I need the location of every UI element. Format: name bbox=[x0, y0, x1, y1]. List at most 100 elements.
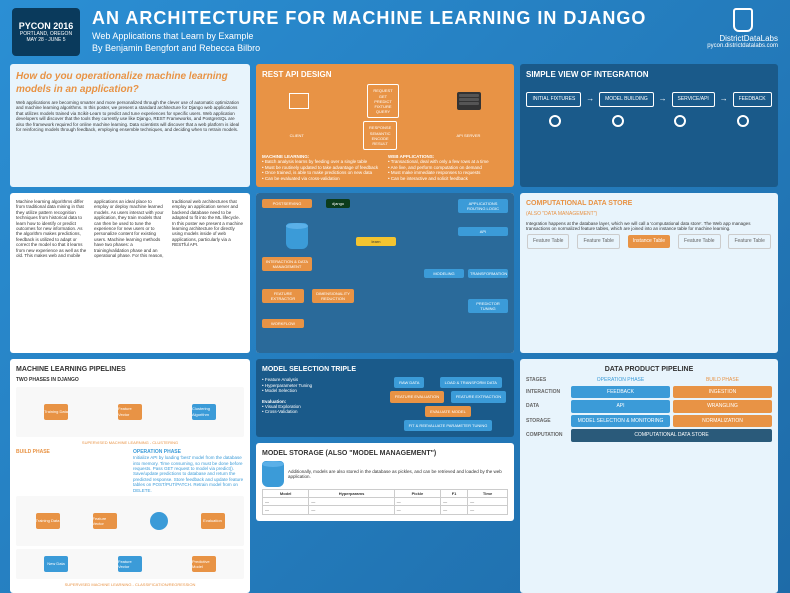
pipelines-sub: TWO PHASES IN DJANGO bbox=[16, 377, 244, 384]
ml-differs-body: Machine learning algorithms differ from … bbox=[16, 199, 244, 258]
stage-storage: STORAGE bbox=[526, 418, 568, 425]
gear-icon bbox=[737, 115, 749, 127]
ms-eval: EVALUATE MODEL bbox=[425, 406, 471, 417]
ms-fit: FIT & REEVALUATE PARAMETER TUNING bbox=[404, 420, 493, 431]
data-pipeline-panel: DATA PRODUCT PIPELINE STAGES OPERATION P… bbox=[520, 359, 778, 593]
arch-model: MODELING bbox=[424, 269, 464, 278]
box-cds: COMPUTATIONAL DATA STORE bbox=[571, 429, 772, 442]
learn-logo: learn bbox=[356, 237, 396, 246]
feature-table: Feature Table bbox=[728, 234, 770, 249]
architecture-diagram: POSTSERVING django APPLICATIONS ROUTING … bbox=[256, 193, 514, 353]
node-pred: Predictive Model bbox=[192, 556, 216, 572]
eval-title: Evaluation: bbox=[262, 399, 286, 404]
build-phase-title: BUILD PHASE bbox=[16, 449, 127, 456]
clustering-label: SUPERVISED MACHINE LEARNING - CLUSTERING bbox=[16, 440, 244, 445]
node-class bbox=[150, 512, 168, 530]
model-sel-title: MODEL SELECTION TRIPLE bbox=[262, 365, 508, 374]
model-storage-panel: MODEL STORAGE (ALSO "MODEL MANAGEMENT") … bbox=[256, 443, 514, 521]
datastore-title: COMPUTATIONAL DATA STORE bbox=[526, 199, 772, 208]
request-box: REQUEST GET PREDICT FIXTURE QUERY bbox=[367, 84, 398, 118]
arch-feat: FEATURE EXTRACTOR bbox=[262, 289, 304, 303]
arrow-icon: → bbox=[720, 94, 728, 104]
database-icon bbox=[286, 223, 308, 249]
model-storage-title: MODEL STORAGE (ALSO "MODEL MANAGEMENT") bbox=[262, 449, 508, 458]
integration-panel: SIMPLE VIEW OF INTEGRATION INITIAL FIXTU… bbox=[520, 64, 778, 187]
ddl-logo: DistrictDataLabs pycon.districtdatalabs.… bbox=[707, 8, 778, 49]
ms-load: LOAD & TRANSFORM DATA bbox=[440, 377, 502, 388]
logo-text: DistrictDataLabs bbox=[707, 34, 778, 43]
step-building: MODEL BUILDING bbox=[599, 92, 654, 107]
node-eval: Evaluation bbox=[201, 513, 225, 529]
model-table: ModelHyperparamsPickleF1Time ————— ————— bbox=[262, 489, 508, 515]
badge-title: PYCON 2016 bbox=[19, 21, 74, 31]
main-title: AN ARCHITECTURE FOR MACHINE LEARNING IN … bbox=[92, 8, 695, 29]
intro-body: Web applications are becoming smarter an… bbox=[16, 100, 244, 132]
model-storage-body: Additionally, models are also stored in … bbox=[288, 469, 508, 480]
django-logo: django bbox=[326, 199, 350, 208]
ms-raw: RAW DATA bbox=[394, 377, 424, 388]
arch-trans: TRANSFORMATION bbox=[468, 269, 508, 278]
client-icon bbox=[289, 93, 309, 109]
feature-table: Feature Table bbox=[577, 234, 619, 249]
intro-question: How do you operationalize machine learni… bbox=[16, 70, 244, 96]
box-wrangling: WRANGLING bbox=[673, 400, 772, 413]
arch-wf: WORKFLOW bbox=[262, 319, 304, 328]
badge-dates: MAY 28 - JUNE 5 bbox=[27, 37, 66, 43]
box-feedback: FEEDBACK bbox=[571, 386, 670, 399]
node-train: Training Data bbox=[44, 404, 68, 420]
datastore-panel: COMPUTATIONAL DATA STORE (ALSO "DATA MAN… bbox=[520, 193, 778, 353]
build-col-header: BUILD PHASE bbox=[673, 377, 772, 384]
intro-panel: How do you operationalize machine learni… bbox=[10, 64, 250, 187]
flask-icon bbox=[733, 8, 753, 32]
feature-table: Feature Table bbox=[678, 234, 720, 249]
feature-table: Feature Table bbox=[527, 234, 569, 249]
pipelines-title: MACHINE LEARNING PIPELINES bbox=[16, 365, 244, 374]
subtitle: Web Applications that Learn by Example bbox=[92, 31, 695, 41]
ms-fext: FEATURE EXTRACTION bbox=[451, 391, 506, 402]
logo-url: pycon.districtdatalabs.com bbox=[707, 43, 778, 49]
datastore-sub: (ALSO "DATA MANAGEMENT") bbox=[526, 211, 772, 218]
node-feat: Feature Vector bbox=[93, 513, 117, 529]
rest-api-panel: REST API DESIGN REQUEST GET PREDICT FIXT… bbox=[256, 64, 514, 187]
stage-header: STAGES bbox=[526, 377, 568, 384]
ml-list-title: MACHINE LEARNING: bbox=[262, 154, 309, 159]
pycon-badge: PYCON 2016 PORTLAND, OREGON MAY 28 - JUN… bbox=[12, 8, 80, 56]
datastore-body: Integration happens at the database laye… bbox=[526, 221, 772, 232]
box-api: API bbox=[571, 400, 670, 413]
arch-pred: PREDICTOR TUNING bbox=[468, 299, 508, 313]
arch-mgmt: INTERACTION & DATA MANAGEMENT bbox=[262, 257, 312, 271]
integration-title: SIMPLE VIEW OF INTEGRATION bbox=[526, 70, 772, 80]
step-feedback: FEEDBACK bbox=[733, 92, 772, 107]
instance-table: Instance Table bbox=[628, 235, 670, 248]
gear-icon bbox=[612, 115, 624, 127]
web-list: • Transactional, deal with only a few ro… bbox=[388, 159, 508, 181]
box-ingestion: INGESTION bbox=[673, 386, 772, 399]
node-newdata: New Data bbox=[44, 556, 68, 572]
gear-icon bbox=[549, 115, 561, 127]
node-clust: Clustering Algorithm bbox=[192, 404, 216, 420]
eval-items: • Visual Exploration • Cross-Validation bbox=[262, 404, 301, 414]
server-icon bbox=[457, 92, 481, 110]
model-sel-items: • Feature Analysis • Hyperparameter Tuni… bbox=[262, 377, 312, 393]
arch-postserving: POSTSERVING bbox=[262, 199, 312, 208]
arrow-icon: → bbox=[659, 94, 667, 104]
gear-icon bbox=[674, 115, 686, 127]
authors: By Benjamin Bengfort and Rebecca Bilbro bbox=[92, 43, 695, 53]
stage-computation: COMPUTATION bbox=[526, 432, 568, 439]
classification-label: SUPERVISED MACHINE LEARNING - CLASSIFICA… bbox=[16, 582, 244, 587]
pipeline-title: DATA PRODUCT PIPELINE bbox=[526, 365, 772, 374]
response-box: RESPONSE SEMANTIC ENCODE RESULT bbox=[363, 121, 397, 150]
model-selection-panel: MODEL SELECTION TRIPLE • Feature Analysi… bbox=[256, 359, 514, 437]
ms-feval: FEATURE EVALUATION bbox=[390, 391, 444, 402]
node-feat: Feature Vector bbox=[118, 404, 142, 420]
node-feat: Feature Vector bbox=[118, 556, 142, 572]
op-phase-body: Initialize API by loading 'best' model f… bbox=[133, 455, 244, 493]
node-train: Training Data bbox=[36, 513, 60, 529]
rest-api-title: REST API DESIGN bbox=[262, 70, 508, 80]
box-modelsel: MODEL SELECTION & MONITORING bbox=[571, 415, 670, 428]
stage-interaction: INTERACTION bbox=[526, 389, 568, 396]
web-list-title: WEB APPLICATIONS: bbox=[388, 154, 434, 159]
op-col-header: OPERATION PHASE bbox=[571, 377, 670, 384]
arrow-icon: → bbox=[586, 94, 594, 104]
stage-data: DATA bbox=[526, 403, 568, 410]
